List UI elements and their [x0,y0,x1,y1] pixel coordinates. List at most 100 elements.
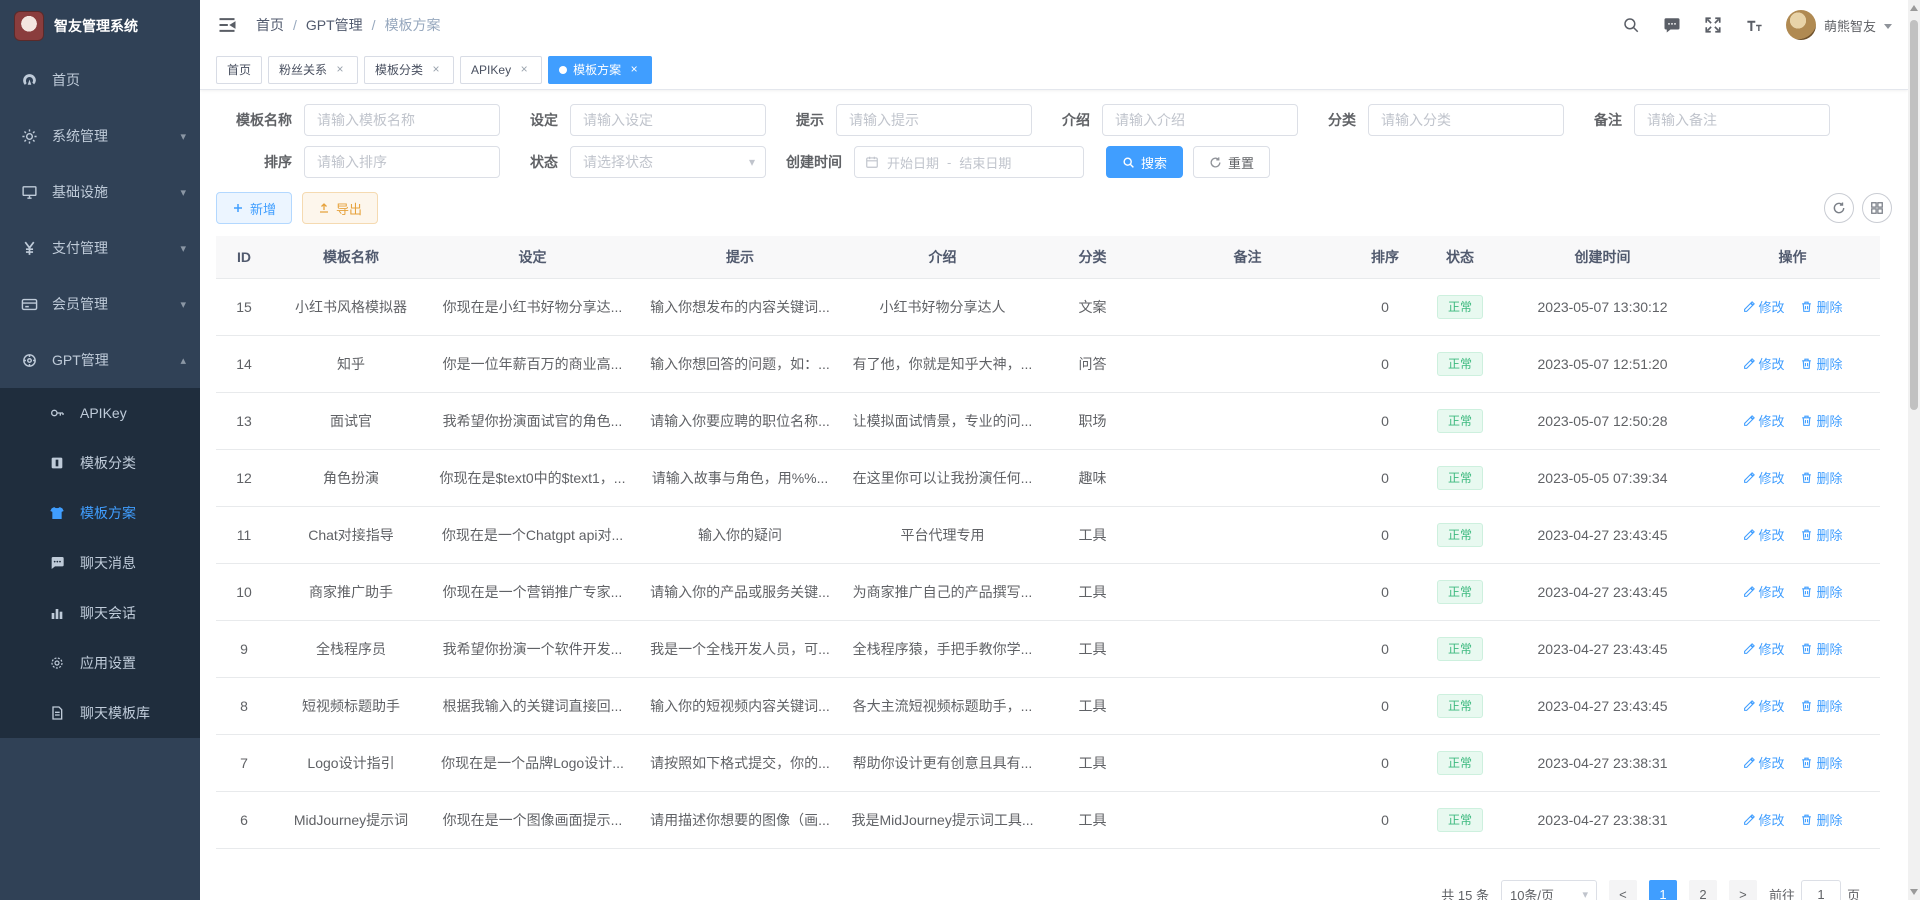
column-settings-button[interactable] [1862,193,1892,223]
reset-button[interactable]: 重置 [1193,146,1270,178]
delete-link[interactable]: 删除 [1800,525,1842,544]
status-badge: 正常 [1437,409,1483,433]
export-button[interactable]: 导出 [302,192,378,224]
sidebar-item-payment[interactable]: 支付管理 ▾ [0,220,200,276]
tag-template-plan[interactable]: 模板方案 × [548,56,652,84]
sidebar-item-chat-template-lib[interactable]: 聊天模板库 [0,688,200,738]
sort-filter-input[interactable] [304,146,500,178]
edit-link[interactable]: 修改 [1743,810,1785,829]
sidebar-item-app-settings[interactable]: 应用设置 [0,638,200,688]
edit-link[interactable]: 修改 [1743,525,1785,544]
status-select[interactable]: 请选择状态 ▾ [570,146,766,178]
close-icon[interactable]: × [627,63,641,77]
page-2-button[interactable]: 2 [1689,880,1717,900]
delete-link[interactable]: 删除 [1800,411,1842,430]
prompt-filter-input[interactable] [836,104,1032,136]
status-badge: 正常 [1437,637,1483,661]
cell-created: 2023-04-27 23:43:45 [1500,506,1705,563]
delete-link[interactable]: 删除 [1800,354,1842,373]
close-icon[interactable]: × [517,63,531,77]
sidebar-menu: 首页 系统管理 ▾ 基础设施 ▾ 支付管理 ▾ 会员 [0,52,200,738]
fullscreen-icon[interactable] [1704,16,1723,35]
category-filter-input[interactable] [1368,104,1564,136]
delete-link-label: 删除 [1816,468,1842,487]
name-filter-input[interactable] [304,104,500,136]
font-size-icon[interactable] [1745,16,1764,35]
next-page-button[interactable]: > [1729,880,1757,900]
setting-filter-input[interactable] [570,104,766,136]
sidebar-item-label: 首页 [52,70,186,90]
delete-link[interactable]: 删除 [1800,810,1842,829]
edit-link[interactable]: 修改 [1743,582,1785,601]
message-icon[interactable] [1663,16,1682,35]
intro-filter-input[interactable] [1102,104,1298,136]
cell-operations: 修改 删除 [1705,563,1880,620]
breadcrumb-home[interactable]: 首页 [256,15,284,35]
sidebar-item-home[interactable]: 首页 [0,52,200,108]
page-size-select[interactable]: 10条/页 ▾ [1501,880,1597,900]
edit-link[interactable]: 修改 [1743,411,1785,430]
refresh-table-button[interactable] [1824,193,1854,223]
sidebar-item-chat-session[interactable]: 聊天会话 [0,588,200,638]
goto-page-input[interactable] [1801,880,1841,900]
status-badge: 正常 [1437,352,1483,376]
tag-apikey[interactable]: APIKey × [460,56,542,84]
tag-home[interactable]: 首页 [216,56,262,84]
delete-link[interactable]: 删除 [1800,696,1842,715]
window-scrollbar[interactable] [1908,0,1920,900]
delete-link[interactable]: 删除 [1800,582,1842,601]
breadcrumb-separator: / [372,17,376,33]
tag-template-category[interactable]: 模板分类 × [364,56,454,84]
cell-operations: 修改 删除 [1705,392,1880,449]
page-1-button[interactable]: 1 [1649,880,1677,900]
edit-link[interactable]: 修改 [1743,354,1785,373]
sidebar-item-system[interactable]: 系统管理 ▾ [0,108,200,164]
created-date-range[interactable]: 开始日期 - 结束日期 [854,146,1084,178]
delete-link[interactable]: 删除 [1800,639,1842,658]
delete-link[interactable]: 删除 [1800,753,1842,772]
delete-link[interactable]: 删除 [1800,468,1842,487]
delete-link[interactable]: 删除 [1800,297,1842,316]
scroll-up-arrow-icon[interactable] [1910,5,1918,11]
sidebar-item-template-plan[interactable]: 模板方案 [0,488,200,538]
tag-fans[interactable]: 粉丝关系 × [268,56,358,84]
sidebar-item-gpt[interactable]: GPT管理 ▴ [0,332,200,388]
sidebar-item-apikey[interactable]: APIKey [0,388,200,438]
edit-link[interactable]: 修改 [1743,468,1785,487]
add-button[interactable]: 新增 [216,192,292,224]
sidebar-collapse-icon[interactable] [216,14,238,36]
edit-link[interactable]: 修改 [1743,696,1785,715]
scroll-down-arrow-icon[interactable] [1910,889,1918,895]
prev-page-button[interactable]: < [1609,880,1637,900]
edit-link[interactable]: 修改 [1743,753,1785,772]
edit-link[interactable]: 修改 [1743,639,1785,658]
user-menu[interactable]: 萌熊智友 [1786,10,1892,40]
breadcrumb-parent[interactable]: GPT管理 [306,15,363,35]
sidebar-item-template-category[interactable]: 模板分类 [0,438,200,488]
sidebar-item-label: 基础设施 [52,182,166,202]
sidebar-item-chat-message[interactable]: 聊天消息 [0,538,200,588]
cell-status: 正常 [1420,392,1500,449]
scrollbar-thumb[interactable] [1910,20,1918,410]
sidebar-item-member[interactable]: 会员管理 ▾ [0,276,200,332]
date-end-placeholder[interactable]: 结束日期 [959,153,1011,172]
brand[interactable]: 智友管理系统 [0,0,200,52]
filter-row-2: 排序 状态 请选择状态 ▾ 创建时间 开始日期 - 结束日期 [216,146,1892,178]
edit-pencil-icon [1743,642,1756,655]
cell-setting: 你现在是一个品牌Logo设计... [430,734,635,791]
plus-icon [232,202,244,214]
chevron-down-icon: ▾ [180,242,186,255]
sidebar-item-infrastructure[interactable]: 基础设施 ▾ [0,164,200,220]
cell-id: 6 [216,791,272,848]
tag-label: 首页 [227,61,251,78]
search-icon[interactable] [1622,16,1641,35]
cell-created: 2023-05-07 12:51:20 [1500,335,1705,392]
cell-intro: 帮助你设计更有创意且具有... [845,734,1040,791]
edit-link[interactable]: 修改 [1743,297,1785,316]
note-filter-input[interactable] [1634,104,1830,136]
close-icon[interactable]: × [333,63,347,77]
cell-sort: 0 [1350,677,1420,734]
date-start-placeholder[interactable]: 开始日期 [887,153,939,172]
close-icon[interactable]: × [429,63,443,77]
search-button[interactable]: 搜索 [1106,146,1183,178]
